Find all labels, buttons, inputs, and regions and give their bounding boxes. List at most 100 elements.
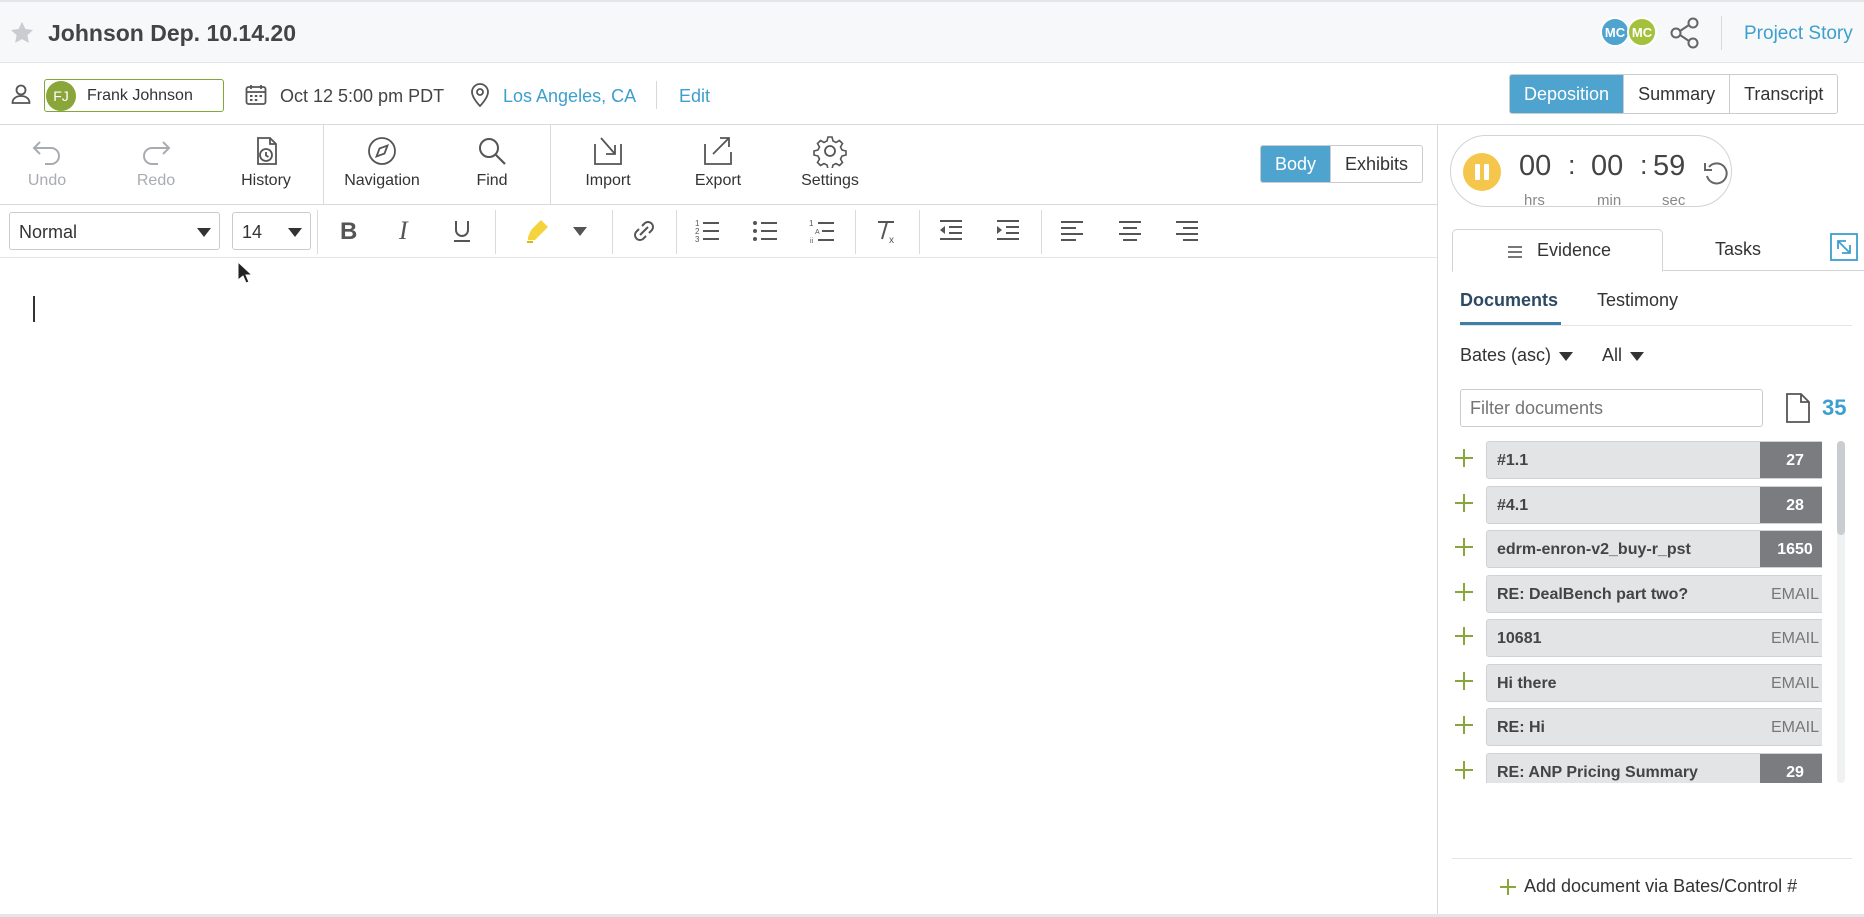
font-size-select[interactable]: 14 xyxy=(232,212,311,250)
add-exhibit-plus-icon[interactable] xyxy=(1455,583,1473,601)
undo-button[interactable]: Undo xyxy=(22,125,72,205)
indent-button[interactable] xyxy=(988,213,1028,249)
paragraph-style-value: Normal xyxy=(19,222,78,242)
align-center-button[interactable] xyxy=(1110,213,1150,249)
align-left-button[interactable] xyxy=(1052,213,1092,249)
timer-seconds-label: sec xyxy=(1662,192,1686,209)
add-document-label: Add document via Bates/Control # xyxy=(1524,876,1798,896)
find-button[interactable]: Find xyxy=(467,125,517,205)
chevron-down-icon xyxy=(197,228,211,237)
add-exhibit-plus-icon[interactable] xyxy=(1455,627,1473,645)
highlight-color-dropdown[interactable] xyxy=(560,213,600,249)
tab-transcript[interactable]: Transcript xyxy=(1729,75,1838,113)
numbered-list-icon: 1 2 3 xyxy=(695,219,719,244)
witness-chip[interactable]: FJ Frank Johnson xyxy=(44,79,224,112)
document-icon xyxy=(1786,393,1810,423)
timer-seconds: 59 xyxy=(1653,150,1686,182)
bold-button[interactable]: B xyxy=(328,213,368,249)
pause-icon[interactable] xyxy=(1463,153,1501,191)
bullet-list-button[interactable] xyxy=(745,213,785,249)
edit-meta-link[interactable]: Edit xyxy=(679,86,710,107)
highlight-button[interactable] xyxy=(518,213,558,249)
scrollbar-thumb[interactable] xyxy=(1837,441,1845,535)
redo-button[interactable]: Redo xyxy=(131,125,181,205)
outline-list-icon: 1 A ii xyxy=(809,219,834,245)
import-button[interactable]: Import xyxy=(578,125,638,205)
text-cursor xyxy=(33,296,35,322)
document-list-scrollbar[interactable] xyxy=(1837,441,1845,783)
svg-text:ii: ii xyxy=(810,238,814,245)
add-exhibit-plus-icon[interactable] xyxy=(1455,494,1473,512)
sort-dropdown[interactable]: Bates (asc) xyxy=(1460,345,1574,366)
tab-documents[interactable]: Documents xyxy=(1460,290,1558,311)
chevron-down-icon xyxy=(1630,351,1645,361)
export-button[interactable]: Export xyxy=(688,125,748,205)
collapse-panel-icon[interactable] xyxy=(1829,232,1859,262)
project-story-link[interactable]: Project Story xyxy=(1744,23,1853,45)
outdent-button[interactable] xyxy=(931,213,971,249)
meta-divider xyxy=(656,81,657,109)
document-item[interactable]: #1.1 27 xyxy=(1486,441,1822,479)
document-item[interactable]: 10681 EMAIL xyxy=(1486,619,1822,657)
history-button[interactable]: History xyxy=(234,125,298,205)
deposition-meta-row: FJ Frank Johnson Oct 12 5:00 pm PDT Los … xyxy=(0,63,1864,125)
align-right-button[interactable] xyxy=(1167,213,1207,249)
format-divider xyxy=(855,210,856,254)
undo-label: Undo xyxy=(27,172,67,189)
document-item[interactable]: RE: ANP Pricing Summary 29 xyxy=(1486,753,1822,783)
reset-icon[interactable] xyxy=(1701,158,1731,188)
evidence-panel: 00 : 00 : 59 hrs min sec Evidence Tasks … xyxy=(1437,125,1864,917)
tab-summary[interactable]: Summary xyxy=(1623,75,1730,113)
filter-documents-input[interactable] xyxy=(1460,389,1763,427)
export-icon xyxy=(704,137,732,165)
link-button[interactable] xyxy=(624,213,664,249)
search-icon xyxy=(479,138,506,165)
import-label: Import xyxy=(585,172,631,189)
tab-deposition[interactable]: Deposition xyxy=(1510,75,1624,113)
paragraph-style-select[interactable]: Normal xyxy=(9,212,220,250)
tab-evidence[interactable]: Evidence xyxy=(1452,229,1663,272)
add-exhibit-plus-icon[interactable] xyxy=(1455,761,1473,779)
view-tabs: Deposition Summary Transcript xyxy=(1509,74,1839,114)
collaborator-avatar[interactable]: MC xyxy=(1600,17,1630,47)
add-document-button[interactable]: Add document via Bates/Control # xyxy=(1452,858,1852,917)
add-exhibit-plus-icon[interactable] xyxy=(1455,716,1473,734)
add-exhibit-plus-icon[interactable] xyxy=(1455,449,1473,467)
clear-format-button[interactable]: x xyxy=(866,213,906,249)
tab-testimony[interactable]: Testimony xyxy=(1597,290,1678,311)
navigation-button[interactable]: Navigation xyxy=(336,125,428,205)
star-icon[interactable] xyxy=(8,19,36,47)
underline-button[interactable] xyxy=(442,213,482,249)
add-exhibit-plus-icon[interactable] xyxy=(1455,672,1473,690)
tab-exhibits[interactable]: Exhibits xyxy=(1330,146,1423,182)
witness-name: Frank Johnson xyxy=(87,87,193,104)
document-item[interactable]: Hi there EMAIL xyxy=(1486,664,1822,702)
document-row: edrm-enron-v2_buy-r_pst 1650 xyxy=(1452,530,1822,568)
menu-icon xyxy=(1508,246,1522,258)
compass-icon xyxy=(368,137,396,165)
share-icon[interactable] xyxy=(1668,16,1702,50)
document-item[interactable]: RE: DealBench part two? EMAIL xyxy=(1486,575,1822,613)
tab-tasks[interactable]: Tasks xyxy=(1715,239,1761,260)
settings-button[interactable]: Settings xyxy=(799,125,861,205)
document-item[interactable]: edrm-enron-v2_buy-r_pst 1650 xyxy=(1486,530,1822,568)
document-badge: EMAIL xyxy=(1770,630,1819,647)
svg-text:1: 1 xyxy=(809,219,814,228)
deposition-location[interactable]: Los Angeles, CA xyxy=(503,86,636,107)
numbered-list-button[interactable]: 1 2 3 xyxy=(687,213,727,249)
document-row: RE: ANP Pricing Summary 29 xyxy=(1452,753,1822,783)
type-filter-dropdown[interactable]: All xyxy=(1602,345,1645,366)
outline-list-button[interactable]: 1 A ii xyxy=(802,213,842,249)
document-badge: 27 xyxy=(1760,442,1822,478)
collaborator-avatar[interactable]: MC xyxy=(1627,17,1657,47)
document-editor[interactable] xyxy=(0,258,1437,917)
toolbar-divider xyxy=(323,125,324,205)
document-name: RE: Hi xyxy=(1497,719,1545,736)
tab-body[interactable]: Body xyxy=(1261,146,1331,182)
italic-button[interactable]: I xyxy=(385,213,425,249)
document-item[interactable]: #4.1 28 xyxy=(1486,486,1822,524)
document-item[interactable]: RE: Hi EMAIL xyxy=(1486,708,1822,746)
document-list: #1.1 27 #4.1 28 edrm-enron-v2_buy-r_pst 1650 R… xyxy=(1452,441,1822,783)
timer-minutes: 00 xyxy=(1591,150,1624,182)
add-exhibit-plus-icon[interactable] xyxy=(1455,538,1473,556)
